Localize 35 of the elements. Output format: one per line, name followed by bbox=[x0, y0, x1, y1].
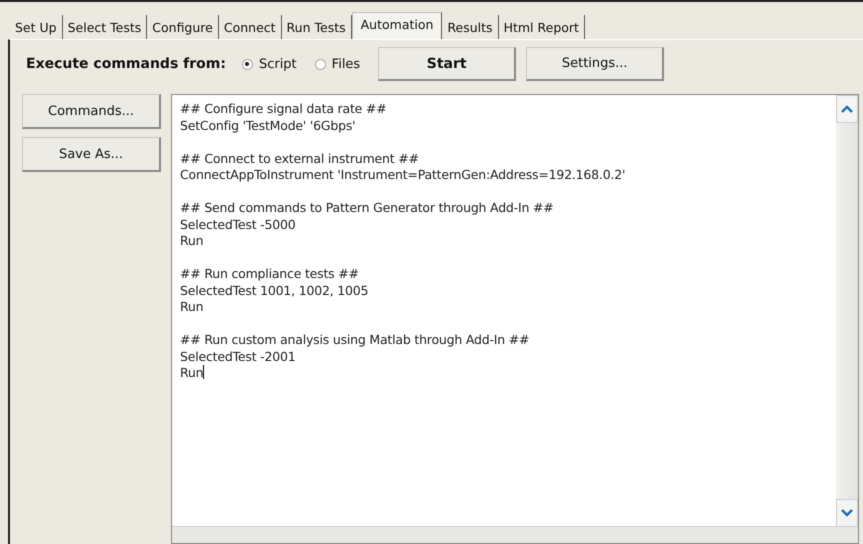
tab[interactable]: Configure bbox=[147, 15, 219, 39]
tab[interactable]: Automation bbox=[352, 12, 442, 39]
script-line: Run bbox=[180, 233, 204, 250]
source-label: Execute commands from: bbox=[26, 56, 226, 72]
script-line: ## Run compliance tests ## bbox=[180, 266, 360, 282]
script-line: ## Send commands to Pattern Generator through Add-In ## bbox=[180, 200, 554, 216]
tab[interactable]: Connect bbox=[218, 15, 282, 39]
script-line: ## Run custom analysis using Matlab through Add-In ## bbox=[180, 332, 530, 348]
source-radio[interactable]: Script bbox=[242, 56, 297, 72]
toolbar-button[interactable]: Settings... bbox=[526, 47, 664, 81]
side-button[interactable]: Save As... bbox=[22, 137, 161, 172]
source-radio[interactable]: Files bbox=[314, 56, 360, 72]
script-line: ## Configure signal data rate ## bbox=[180, 101, 388, 118]
radio-label: Script bbox=[258, 56, 297, 72]
script-line: Run bbox=[180, 365, 206, 382]
script-line: ## Connect to external instrument ## bbox=[180, 150, 420, 167]
script-line: ConnectAppToInstrument 'Instrument=PatternGen:Address=192.168.0.2' bbox=[180, 167, 626, 184]
scroll-down-icon[interactable] bbox=[836, 499, 858, 527]
text-cursor bbox=[203, 365, 204, 379]
horizontal-scrollbar[interactable] bbox=[172, 526, 858, 543]
script-line: Run bbox=[180, 299, 204, 316]
script-line: SelectedTest -2001 bbox=[180, 348, 296, 365]
tab[interactable]: Set Up bbox=[10, 15, 63, 39]
toolbar-button[interactable]: Start bbox=[378, 47, 516, 81]
script-line: SelectedTest 1001, 1002, 1005 bbox=[180, 282, 370, 299]
tab[interactable]: Results bbox=[442, 15, 499, 39]
tab[interactable]: Html Report bbox=[498, 15, 585, 39]
tab[interactable]: Select Tests bbox=[62, 15, 148, 39]
radio-label: Files bbox=[332, 56, 360, 72]
script-editor[interactable] bbox=[171, 94, 859, 544]
scroll-up-icon[interactable] bbox=[836, 95, 858, 123]
script-line: SelectedTest -5000 bbox=[180, 216, 296, 233]
script-line: SetConfig 'TestMode' '6Gbps' bbox=[180, 118, 356, 134]
vertical-scrollbar[interactable] bbox=[836, 95, 858, 527]
side-button[interactable]: Commands... bbox=[22, 94, 161, 129]
